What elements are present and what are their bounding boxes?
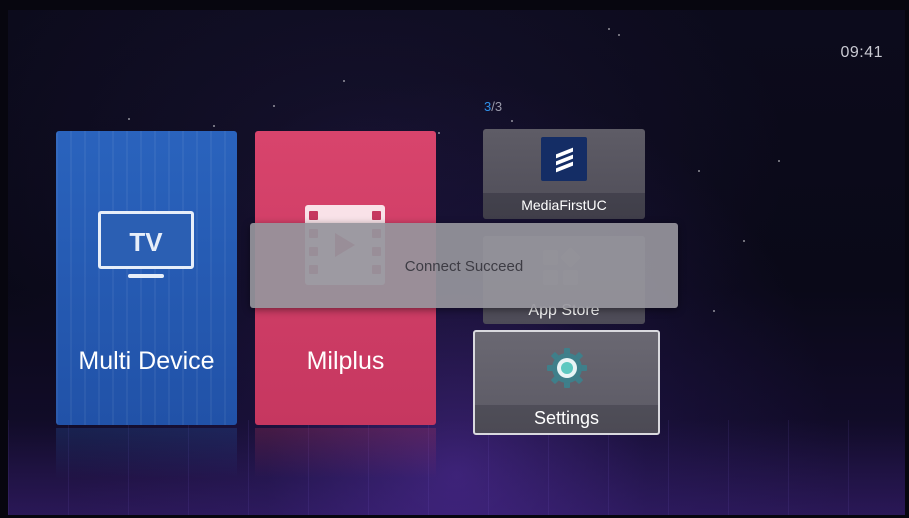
launcher-screen: 09:41 3/3 TV Multi Device Milplus MediaF… [8,10,905,515]
connect-toast: Connect Succeed [250,223,678,308]
settings-label: Settings [533,408,600,428]
gear-icon [547,348,587,388]
page-indicator: 3/3 [484,99,502,114]
star [713,310,715,312]
settings-tile[interactable]: Settings [473,330,660,435]
tile-reflection [56,428,237,478]
tile-reflection [255,428,436,478]
star [343,80,345,82]
mediafirstuc-tile[interactable]: MediaFirstUC [483,129,645,219]
tv-icon: TV [98,211,194,279]
tv-icon-text: TV [129,227,163,257]
page-total: /3 [491,99,503,114]
clock: 09:41 [840,44,883,61]
star [743,240,745,242]
star [438,132,440,134]
star [618,34,620,36]
toast-message: Connect Succeed [404,258,524,275]
star [698,170,700,172]
star [273,105,275,107]
star [213,125,215,127]
mediafirstuc-label: MediaFirstUC [521,197,607,213]
milplus-label: Milplus [306,347,385,375]
multi-device-label: Multi Device [78,347,215,375]
star [778,160,780,162]
star [128,118,130,120]
ericsson-logo-icon [541,137,587,181]
multi-device-tile[interactable]: TV Multi Device [56,131,237,425]
star [608,28,610,30]
star [511,120,513,122]
